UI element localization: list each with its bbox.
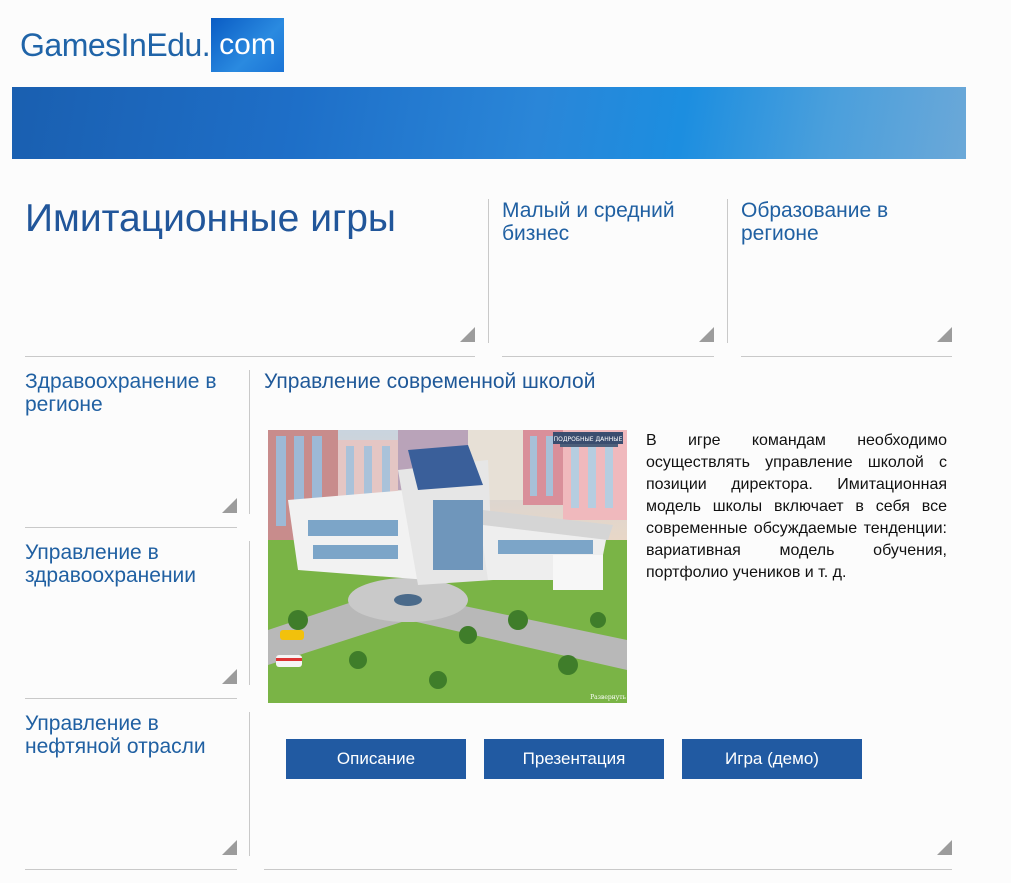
image-caption: ПОДРОБНЫЕ ДАННЫЕ xyxy=(554,436,623,443)
divider xyxy=(502,356,714,357)
school-illustration-image: ПОДРОБНЫЕ ДАННЫЕ Развернуть xyxy=(268,430,627,703)
tile-education-region[interactable]: Образование в регионе xyxy=(741,199,952,357)
logo-text: GamesInEdu. xyxy=(20,26,211,63)
tile-title: Управление в нефтяной отрасли xyxy=(25,712,206,758)
tile-small-business[interactable]: Малый и средний бизнес xyxy=(502,199,714,357)
tile-title: Здравоохранение в регионе xyxy=(25,370,217,416)
divider xyxy=(249,712,250,856)
expand-corner-icon[interactable] xyxy=(937,327,952,342)
site-logo[interactable]: GamesInEdu. com xyxy=(20,18,284,72)
expand-corner-icon[interactable] xyxy=(460,327,475,342)
tile-oil-management[interactable]: Управление в нефтяной отрасли xyxy=(25,712,245,862)
featured-game-title: Управление современной школой xyxy=(264,370,596,393)
image-corner-label[interactable]: Развернуть xyxy=(590,694,627,701)
divider xyxy=(25,356,475,357)
tile-title: Управление в здравоохранении xyxy=(25,541,197,587)
featured-game-description: В игре командам необходимо осуществлять … xyxy=(646,432,947,581)
tile-healthcare-management[interactable]: Управление в здравоохранении xyxy=(25,541,245,691)
divider xyxy=(741,356,952,357)
logo-badge: com xyxy=(211,18,284,72)
divider xyxy=(488,199,489,343)
divider xyxy=(25,698,237,699)
expand-corner-icon[interactable] xyxy=(222,498,237,513)
divider xyxy=(25,527,237,528)
page-title: Имитационные игры xyxy=(25,197,396,240)
divider xyxy=(25,869,237,870)
divider xyxy=(249,541,250,685)
expand-corner-icon[interactable] xyxy=(699,327,714,342)
tile-title: Образование в регионе xyxy=(741,199,889,245)
divider xyxy=(264,869,952,870)
divider xyxy=(727,199,728,343)
demo-game-button[interactable]: Игра (демо) xyxy=(682,739,862,779)
divider xyxy=(249,370,250,514)
tile-title: Малый и средний бизнес xyxy=(502,199,675,245)
tile-healthcare-region[interactable]: Здравоохранение в регионе xyxy=(25,370,245,520)
expand-corner-icon[interactable] xyxy=(222,669,237,684)
header-banner xyxy=(12,87,966,159)
expand-corner-icon[interactable] xyxy=(937,840,952,855)
expand-corner-icon[interactable] xyxy=(222,840,237,855)
presentation-button[interactable]: Презентация xyxy=(484,739,664,779)
description-button[interactable]: Описание xyxy=(286,739,466,779)
